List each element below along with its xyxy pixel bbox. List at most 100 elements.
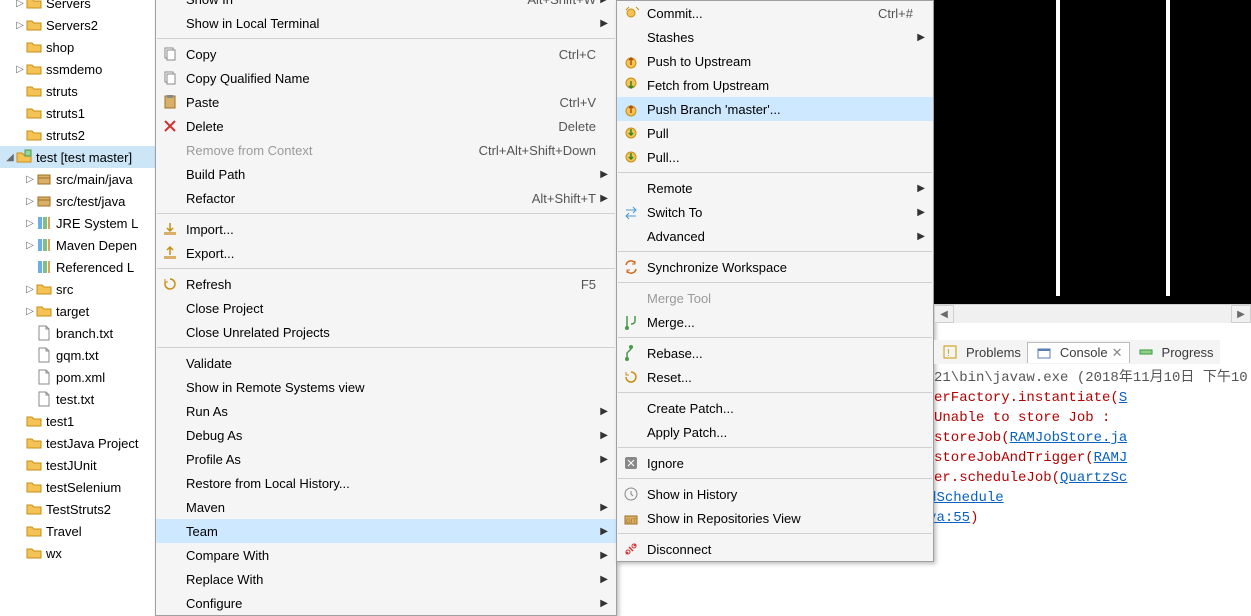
menu-item[interactable]: Rebase... xyxy=(617,341,933,365)
menu-item: Merge Tool xyxy=(617,286,933,310)
menu-item[interactable]: Debug As▶ xyxy=(156,423,616,447)
menu-item[interactable]: Switch To▶ xyxy=(617,200,933,224)
tree-item[interactable]: ◢test [test master] xyxy=(0,146,160,168)
menu-item[interactable]: Create Patch... xyxy=(617,396,933,420)
tree-item[interactable]: struts2 xyxy=(0,124,160,146)
menu-item[interactable]: PasteCtrl+V xyxy=(156,90,616,114)
menu-item[interactable]: Build Path▶ xyxy=(156,162,616,186)
tree-item[interactable]: Travel xyxy=(0,520,160,542)
menu-item[interactable]: Commit...Ctrl+# xyxy=(617,1,933,25)
menu-item[interactable]: Team▶ xyxy=(156,519,616,543)
submenu-arrow-icon: ▶ xyxy=(596,0,608,5)
menu-item[interactable]: Show in Remote Systems view xyxy=(156,375,616,399)
menu-item[interactable]: Remote▶ xyxy=(617,176,933,200)
exp-icders-icon[interactable]: ▷ xyxy=(24,218,36,229)
menu-item[interactable]: RefactorAlt+Shift+T▶ xyxy=(156,186,616,210)
menu-item[interactable]: Pull... xyxy=(617,145,933,169)
menu-item[interactable]: Reset... xyxy=(617,365,933,389)
context-menu[interactable]: Show InAlt+Shift+W▶Show in Local Termina… xyxy=(155,0,617,616)
menu-item[interactable]: Import... xyxy=(156,217,616,241)
menu-item[interactable]: Compare With▶ xyxy=(156,543,616,567)
menu-item[interactable]: Show in History xyxy=(617,482,933,506)
menu-item[interactable]: Stashes▶ xyxy=(617,25,933,49)
scroll-right-icon[interactable]: ▶ xyxy=(1231,305,1251,323)
tree-item[interactable]: ▷Servers2 xyxy=(0,14,160,36)
exp-icders-icon[interactable]: ▷ xyxy=(14,20,26,31)
tree-item[interactable]: ▷src/main/java xyxy=(0,168,160,190)
tree-item[interactable]: ▷src xyxy=(0,278,160,300)
menu-item[interactable]: Pull xyxy=(617,121,933,145)
tree-item[interactable]: ▷src/test/java xyxy=(0,190,160,212)
menu-item[interactable]: Configure▶ xyxy=(156,591,616,615)
tree-item[interactable]: ▷Maven Depen xyxy=(0,234,160,256)
menu-item[interactable]: Validate xyxy=(156,351,616,375)
exp-icders-icon[interactable]: ▷ xyxy=(24,240,36,251)
tree-item[interactable]: TestStruts2 xyxy=(0,498,160,520)
tree-item[interactable]: struts xyxy=(0,80,160,102)
tree-item[interactable]: pom.xml xyxy=(0,366,160,388)
menu-item[interactable]: RefreshF5 xyxy=(156,272,616,296)
close-tab-icon[interactable]: ✕ xyxy=(1112,345,1123,361)
exp-icders-icon[interactable]: ▷ xyxy=(24,196,36,207)
menu-item[interactable]: Close Unrelated Projects xyxy=(156,320,616,344)
tree-item[interactable]: branch.txt xyxy=(0,322,160,344)
menu-item[interactable]: Push Branch 'master'... xyxy=(617,97,933,121)
menu-item[interactable]: Push to Upstream xyxy=(617,49,933,73)
tab-problems[interactable]: ! Problems xyxy=(934,342,1027,362)
tree-item[interactable]: testJava Project xyxy=(0,432,160,454)
menu-item[interactable]: Close Project xyxy=(156,296,616,320)
tree-item[interactable]: shop xyxy=(0,36,160,58)
tab-progress[interactable]: Progress xyxy=(1130,342,1220,362)
tree-item[interactable]: test.txt xyxy=(0,388,160,410)
exp-icders-icon[interactable]: ◢ xyxy=(4,152,16,163)
tree-item[interactable]: testSelenium xyxy=(0,476,160,498)
team-submenu[interactable]: Commit...Ctrl+#Stashes▶Push to UpstreamF… xyxy=(616,0,934,562)
tree-item[interactable]: struts1 xyxy=(0,102,160,124)
editor-hscroll[interactable]: ◀ ▶ xyxy=(934,304,1251,323)
exp-icders-icon[interactable]: ▷ xyxy=(24,284,36,295)
menu-item[interactable]: Run As▶ xyxy=(156,399,616,423)
menu-item[interactable]: Replace With▶ xyxy=(156,567,616,591)
menu-item[interactable]: Show in Local Terminal▶ xyxy=(156,11,616,35)
tree-item-label: struts1 xyxy=(44,106,85,121)
menu-item[interactable]: CopyCtrl+C xyxy=(156,42,616,66)
menu-item[interactable]: Show InAlt+Shift+W▶ xyxy=(156,0,616,11)
menu-item[interactable]: Restore from Local History... xyxy=(156,471,616,495)
blank-icon xyxy=(160,403,180,419)
menu-item[interactable]: Advanced▶ xyxy=(617,224,933,248)
tree-item[interactable]: ▷JRE System L xyxy=(0,212,160,234)
project-explorer-tree[interactable]: ▷Servers▷Servers2shop▷ssmdemostruts strut… xyxy=(0,0,160,599)
submenu-arrow-icon: ▶ xyxy=(596,406,608,417)
menu-item-label: Refresh xyxy=(186,277,551,292)
exp-icders-icon[interactable]: ▷ xyxy=(14,0,26,9)
tree-item[interactable]: test1 xyxy=(0,410,160,432)
tree-item[interactable]: Referenced L xyxy=(0,256,160,278)
menu-item-shortcut: Ctrl+V xyxy=(560,95,596,110)
menu-item[interactable]: Apply Patch... xyxy=(617,420,933,444)
menu-item[interactable]: DeleteDelete xyxy=(156,114,616,138)
hist-icon xyxy=(621,486,641,502)
exp-icders-icon[interactable]: ▷ xyxy=(24,174,36,185)
tree-item[interactable]: ▷Servers xyxy=(0,0,160,14)
tree-item[interactable]: wx xyxy=(0,542,160,564)
menu-item[interactable]: Export... xyxy=(156,241,616,265)
scroll-left-icon[interactable]: ◀ xyxy=(934,305,954,323)
exp-icders-icon[interactable]: ▷ xyxy=(14,64,26,75)
menu-item[interactable]: Synchronize Workspace xyxy=(617,255,933,279)
menu-item[interactable]: GITShow in Repositories View xyxy=(617,506,933,530)
menu-item[interactable]: Ignore xyxy=(617,451,933,475)
tree-item[interactable]: ▷target xyxy=(0,300,160,322)
tree-item[interactable]: gqm.txt xyxy=(0,344,160,366)
menu-item[interactable]: Profile As▶ xyxy=(156,447,616,471)
menu-item[interactable]: Maven▶ xyxy=(156,495,616,519)
tree-item[interactable]: ▷ssmdemo xyxy=(0,58,160,80)
exp-icders-icon[interactable]: ▷ xyxy=(24,306,36,317)
menu-item[interactable]: Merge... xyxy=(617,310,933,334)
exp-icon xyxy=(160,245,180,261)
menu-item[interactable]: Fetch from Upstream xyxy=(617,73,933,97)
menu-item[interactable]: Disconnect xyxy=(617,537,933,561)
tab-console[interactable]: Console ✕ xyxy=(1027,342,1130,363)
menu-item[interactable]: Copy Qualified Name xyxy=(156,66,616,90)
bottom-view-tabs[interactable]: ! Problems Console ✕ Progress xyxy=(934,340,1220,364)
tree-item[interactable]: testJUnit xyxy=(0,454,160,476)
